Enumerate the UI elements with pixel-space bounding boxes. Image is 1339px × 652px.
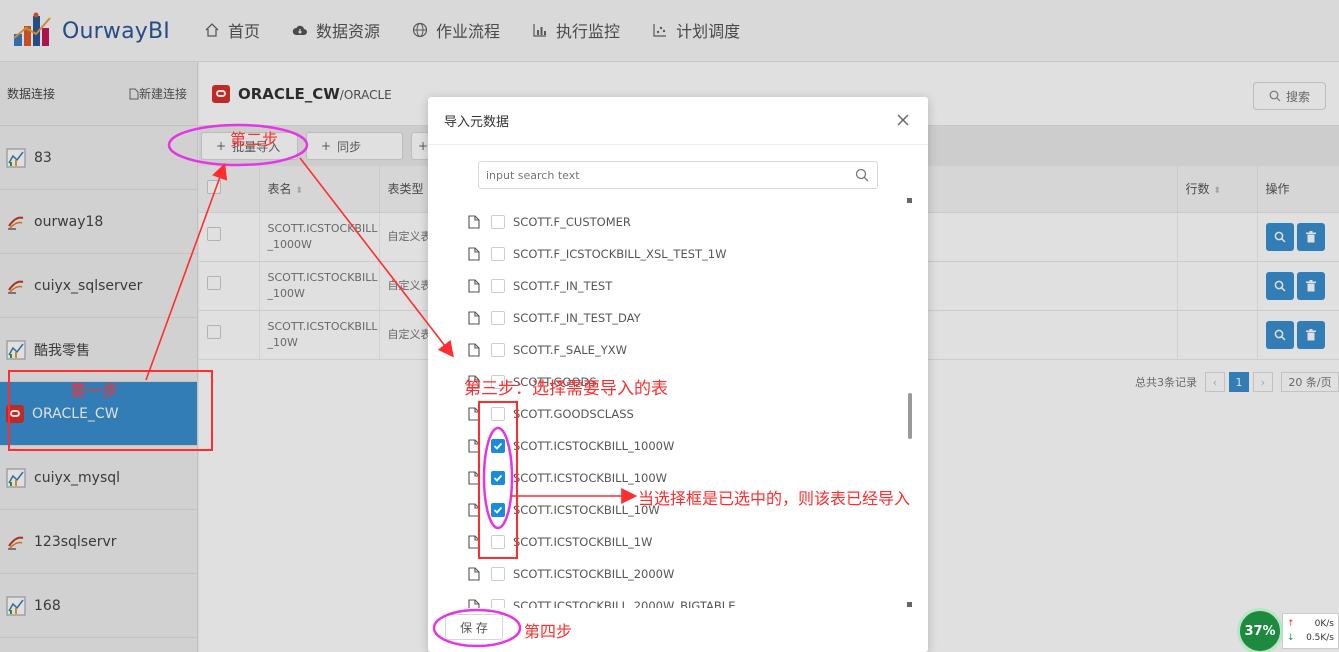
tree-item-label: SCOTT.F_CUSTOMER	[513, 215, 631, 229]
upload-speed: 0K/s	[1314, 619, 1334, 629]
tree-item[interactable]: SCOTT.ICSTOCKBILL_2000W	[468, 558, 674, 590]
checkmark-icon	[493, 474, 503, 482]
tree-item-label: SCOTT.F_SALE_YXW	[513, 343, 627, 357]
tree-item-checkbox[interactable]	[491, 311, 505, 325]
tree-item[interactable]: SCOTT.F_IN_TEST_DAY	[468, 302, 641, 334]
table-tree: SCOTT.F_CUSTOMER SCOTT.F_ICSTOCKBILL_XSL_…	[468, 200, 908, 608]
upload-arrow-icon: ↑	[1287, 619, 1295, 629]
scrollbar-thumb[interactable]	[908, 393, 912, 439]
step4-label: 第四步	[524, 622, 573, 641]
tree-item[interactable]: SCOTT.F_ICSTOCKBILL_XSL_TEST_1W	[468, 238, 727, 270]
step3-label: 第三步：选择需要导入的表	[464, 379, 668, 399]
file-icon	[468, 215, 480, 229]
cpu-usage-gauge[interactable]: 37%	[1237, 608, 1283, 652]
step2-label: 第二步	[230, 130, 279, 149]
tree-item-checkbox[interactable]	[491, 247, 505, 261]
file-icon	[468, 407, 480, 421]
tree-item-label: SCOTT.ICSTOCKBILL_100W	[513, 471, 668, 485]
network-speed-widget: ↑ 0K/s ↓ 0.5K/s	[1282, 613, 1339, 649]
checkmark-icon	[493, 506, 503, 514]
tree-item[interactable]: SCOTT.ICSTOCKBILL_10W	[468, 494, 660, 526]
tree-item-label: SCOTT.ICSTOCKBILL_1W	[513, 535, 653, 549]
tree-item[interactable]: SCOTT.ICSTOCKBILL_1W	[468, 526, 652, 558]
file-icon	[468, 599, 480, 608]
tree-item[interactable]: SCOTT.ICSTOCKBILL_1000W	[468, 430, 674, 462]
tree-item-checkbox[interactable]	[491, 503, 505, 517]
file-icon	[468, 535, 480, 549]
checkmark-icon	[493, 442, 503, 450]
tree-item-checkbox[interactable]	[491, 439, 505, 453]
tree-item-checkbox[interactable]	[491, 407, 505, 421]
download-speed: 0.5K/s	[1306, 633, 1334, 643]
scroll-down-arrow[interactable]	[907, 602, 912, 607]
scroll-up-arrow[interactable]	[907, 198, 912, 203]
file-icon	[468, 471, 480, 485]
step1-label: 第一步	[70, 381, 119, 400]
tree-item-checkbox[interactable]	[491, 567, 505, 581]
file-icon	[468, 247, 480, 261]
tree-item[interactable]: SCOTT.F_SALE_YXW	[468, 334, 627, 366]
tree-item-label: SCOTT.F_ICSTOCKBILL_XSL_TEST_1W	[513, 247, 727, 261]
tree-item-checkbox[interactable]	[491, 471, 505, 485]
file-icon	[468, 439, 480, 453]
tree-item-checkbox[interactable]	[491, 535, 505, 549]
download-arrow-icon: ↓	[1287, 633, 1295, 643]
file-icon	[468, 503, 480, 517]
dialog-header: 导入元数据	[428, 97, 928, 145]
tree-item-label: SCOTT.F_IN_TEST	[513, 279, 613, 293]
tree-item-checkbox[interactable]	[491, 215, 505, 229]
tree-item-label: SCOTT.F_IN_TEST_DAY	[513, 311, 641, 325]
search-icon[interactable]	[855, 168, 869, 182]
checked-note-label: 当选择框是已选中的，则该表已经导入	[638, 489, 911, 508]
close-icon[interactable]	[896, 113, 910, 127]
tree-item-label: SCOTT.ICSTOCKBILL_1000W	[513, 439, 675, 453]
file-icon	[468, 567, 480, 581]
tree-item-label: SCOTT.ICSTOCKBILL_2000W	[513, 567, 675, 581]
tree-item-label: SCOTT.ICSTOCKBILL_2000W_BIGTABLE	[513, 599, 736, 608]
file-icon	[468, 279, 480, 293]
table-search-input[interactable]	[486, 168, 846, 182]
tree-item[interactable]: SCOTT.F_CUSTOMER	[468, 206, 631, 238]
tree-item-checkbox[interactable]	[491, 599, 505, 608]
table-search	[478, 161, 878, 189]
file-icon	[468, 343, 480, 357]
tree-item[interactable]: SCOTT.ICSTOCKBILL_2000W_BIGTABLE	[468, 590, 735, 608]
tree-item[interactable]: SCOTT.F_IN_TEST	[468, 270, 612, 302]
tree-item[interactable]: SCOTT.GOODSCLASS	[468, 398, 634, 430]
dialog-title: 导入元数据	[444, 115, 510, 130]
tree-item-checkbox[interactable]	[491, 343, 505, 357]
tree-item-checkbox[interactable]	[491, 279, 505, 293]
file-icon	[468, 311, 480, 325]
tree-item-label: SCOTT.GOODSCLASS	[513, 407, 634, 421]
save-button[interactable]: 保 存	[445, 614, 503, 640]
